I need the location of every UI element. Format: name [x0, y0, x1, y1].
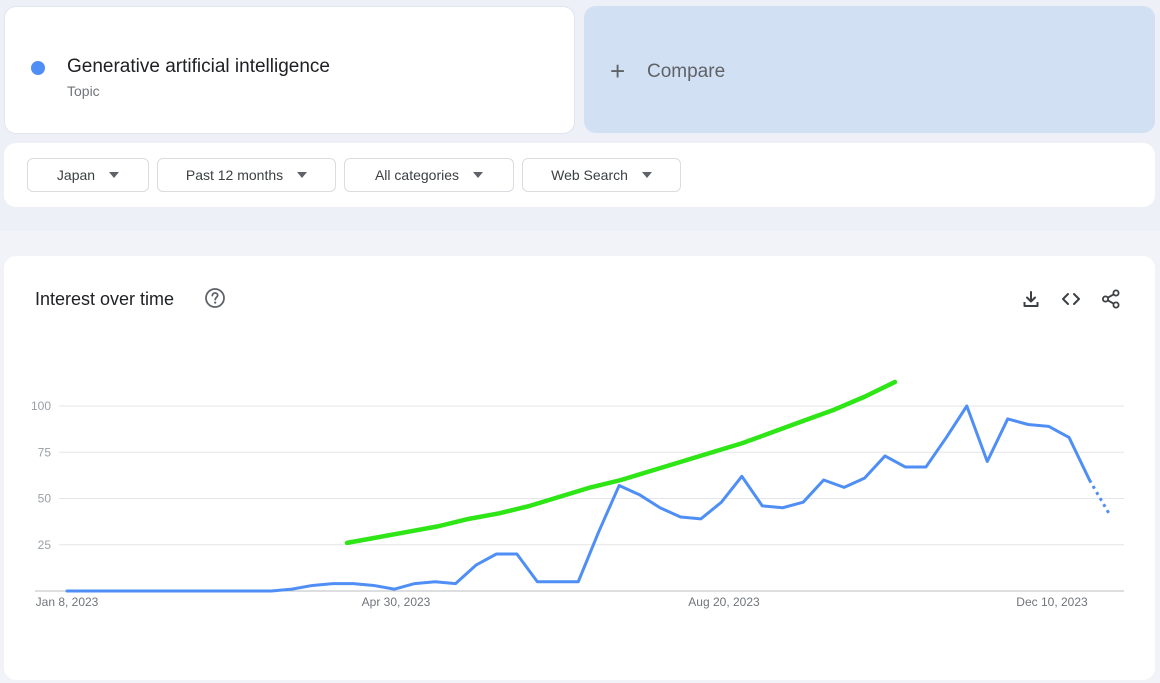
filters-bar: Japan Past 12 months All categories Web … [4, 143, 1155, 207]
caret-down-icon [297, 172, 308, 178]
search-term-type: Topic [67, 83, 100, 99]
x-tick-label: Aug 20, 2023 [688, 595, 760, 609]
category-value: All categories [374, 167, 460, 183]
partial-data-segment [1088, 479, 1112, 516]
x-tick-label: Apr 30, 2023 [362, 595, 431, 609]
term-color-dot [31, 61, 45, 75]
y-tick-label: 50 [38, 492, 52, 506]
search-term-card[interactable]: Generative artificial intelligence Topic [4, 6, 575, 134]
y-tick-label: 100 [31, 399, 51, 413]
compare-button[interactable]: + Compare [584, 6, 1155, 133]
caret-down-icon [109, 172, 120, 178]
compare-label: Compare [647, 61, 726, 82]
property-dropdown[interactable]: Web Search [522, 158, 681, 192]
time-range-value: Past 12 months [185, 167, 284, 183]
caret-down-icon [641, 172, 652, 178]
caret-down-icon [473, 172, 484, 178]
x-tick-label: Jan 8, 2023 [36, 595, 99, 609]
y-tick-label: 75 [38, 445, 52, 459]
search-term-name[interactable]: Generative artificial intelligence [67, 56, 330, 78]
category-dropdown[interactable]: All categories [344, 158, 514, 192]
interest-over-time-card: Interest over time 25 50 75 100 Jan 8, 2023 A… [4, 256, 1155, 680]
y-tick-label: 25 [38, 538, 52, 552]
property-value: Web Search [551, 167, 628, 183]
interest-line-chart: 25 50 75 100 Jan 8, 2023 Apr 30, 2023 Aug 20, … [31, 379, 1124, 609]
plus-icon: + [610, 56, 626, 86]
time-range-dropdown[interactable]: Past 12 months [157, 158, 336, 192]
region-dropdown[interactable]: Japan [27, 158, 149, 192]
x-tick-label: Dec 10, 2023 [1016, 595, 1088, 609]
region-value: Japan [56, 167, 96, 183]
